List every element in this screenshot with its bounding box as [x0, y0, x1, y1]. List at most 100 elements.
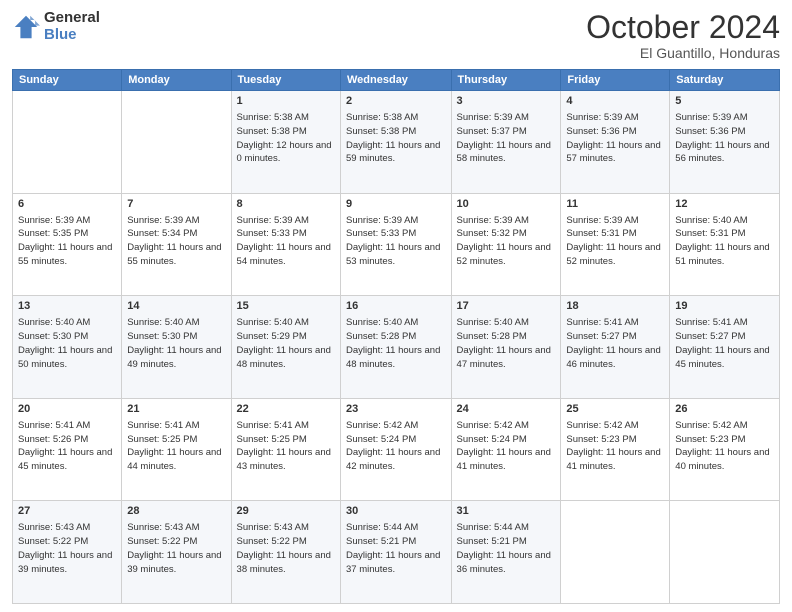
- calendar-cell: 6 Sunrise: 5:39 AM Sunset: 5:35 PM Daylight…: [13, 193, 122, 296]
- cell-sunset: Sunset: 5:25 PM: [237, 434, 307, 445]
- calendar-cell: 16Sunrise: 5:40 AMSunset: 5:28 PMDayligh…: [341, 296, 452, 399]
- calendar-cell: [561, 501, 670, 604]
- cell-sunset: Sunset: 5:36 PM: [566, 126, 636, 137]
- cell-sunrise: Sunrise: 5:39 AM: [18, 215, 90, 226]
- day-number: 24: [457, 402, 556, 417]
- cell-daylight: Daylight: 11 hours and 52 minutes.: [566, 242, 660, 267]
- weekday-thursday: Thursday: [451, 70, 561, 91]
- logo-icon: [12, 13, 40, 41]
- calendar-cell: 29Sunrise: 5:43 AMSunset: 5:22 PMDayligh…: [231, 501, 340, 604]
- cell-daylight: Daylight: 11 hours and 53 minutes.: [346, 242, 440, 267]
- day-number: 4: [566, 94, 664, 109]
- cell-sunset: Sunset: 5:23 PM: [566, 434, 636, 445]
- cell-sunrise: Sunrise: 5:40 AM: [18, 317, 90, 328]
- calendar-cell: 5Sunrise: 5:39 AMSunset: 5:36 PMDaylight…: [670, 91, 780, 194]
- cell-daylight: Daylight: 11 hours and 49 minutes.: [127, 345, 221, 370]
- day-number: 9: [346, 197, 446, 212]
- cell-sunset: Sunset: 5:25 PM: [127, 434, 197, 445]
- calendar-cell: 8Sunrise: 5:39 AMSunset: 5:33 PMDaylight…: [231, 193, 340, 296]
- calendar-cell: 3Sunrise: 5:39 AMSunset: 5:37 PMDaylight…: [451, 91, 561, 194]
- day-number: 25: [566, 402, 664, 417]
- day-number: 16: [346, 299, 446, 314]
- cell-daylight: Daylight: 11 hours and 56 minutes.: [675, 140, 769, 165]
- cell-daylight: Daylight: 11 hours and 44 minutes.: [127, 447, 221, 472]
- cell-sunset: Sunset: 5:26 PM: [18, 434, 88, 445]
- cell-sunset: Sunset: 5:33 PM: [346, 228, 416, 239]
- calendar-cell: 2Sunrise: 5:38 AMSunset: 5:38 PMDaylight…: [341, 91, 452, 194]
- day-number: 26: [675, 402, 774, 417]
- cell-daylight: Daylight: 11 hours and 51 minutes.: [675, 242, 769, 267]
- cell-sunrise: Sunrise: 5:40 AM: [675, 215, 747, 226]
- cell-daylight: Daylight: 11 hours and 55 minutes.: [18, 242, 112, 267]
- cell-daylight: Daylight: 11 hours and 54 minutes.: [237, 242, 331, 267]
- day-number: 12: [675, 197, 774, 212]
- cell-sunrise: Sunrise: 5:42 AM: [346, 420, 418, 431]
- cell-sunrise: Sunrise: 5:41 AM: [675, 317, 747, 328]
- cell-daylight: Daylight: 11 hours and 39 minutes.: [18, 550, 112, 575]
- cell-sunrise: Sunrise: 5:39 AM: [566, 112, 638, 123]
- day-number: 5: [675, 94, 774, 109]
- calendar-cell: 11Sunrise: 5:39 AMSunset: 5:31 PMDayligh…: [561, 193, 670, 296]
- calendar-cell: 4 Sunrise: 5:39 AM Sunset: 5:36 PM Daylight…: [561, 91, 670, 194]
- calendar-cell: 20Sunrise: 5:41 AMSunset: 5:26 PMDayligh…: [13, 398, 122, 501]
- calendar-cell: 30Sunrise: 5:44 AMSunset: 5:21 PMDayligh…: [341, 501, 452, 604]
- cell-sunset: Sunset: 5:30 PM: [18, 331, 88, 342]
- calendar-week-3: 13 Sunrise: 5:40 AM Sunset: 5:30 PM Dayligh…: [13, 296, 780, 399]
- day-number: 23: [346, 402, 446, 417]
- day-number: 28: [127, 504, 225, 519]
- day-number: 13: [18, 299, 116, 314]
- day-number: 6: [18, 197, 116, 212]
- cell-sunrise: Sunrise: 5:40 AM: [457, 317, 529, 328]
- day-number: 11: [566, 197, 664, 212]
- day-number: 27: [18, 504, 116, 519]
- cell-daylight: Daylight: 11 hours and 45 minutes.: [18, 447, 112, 472]
- day-number: 2: [346, 94, 446, 109]
- calendar-cell: 27Sunrise: 5:43 AMSunset: 5:22 PMDayligh…: [13, 501, 122, 604]
- cell-sunset: Sunset: 5:24 PM: [346, 434, 416, 445]
- calendar-cell: [670, 501, 780, 604]
- day-number: 20: [18, 402, 116, 417]
- cell-sunset: Sunset: 5:37 PM: [457, 126, 527, 137]
- cell-sunrise: Sunrise: 5:42 AM: [566, 420, 638, 431]
- calendar-cell: [122, 91, 231, 194]
- calendar-table: Sunday Monday Tuesday Wednesday Thursday…: [12, 69, 780, 604]
- weekday-row: Sunday Monday Tuesday Wednesday Thursday…: [13, 70, 780, 91]
- cell-daylight: Daylight: 11 hours and 57 minutes.: [566, 140, 660, 165]
- cell-daylight: Daylight: 11 hours and 59 minutes.: [346, 140, 440, 165]
- cell-daylight: Daylight: 11 hours and 45 minutes.: [675, 345, 769, 370]
- cell-daylight: Daylight: 11 hours and 36 minutes.: [457, 550, 551, 575]
- calendar-cell: 31Sunrise: 5:44 AMSunset: 5:21 PMDayligh…: [451, 501, 561, 604]
- day-number: 19: [675, 299, 774, 314]
- calendar-cell: 22Sunrise: 5:41 AMSunset: 5:25 PMDayligh…: [231, 398, 340, 501]
- cell-sunrise: Sunrise: 5:40 AM: [237, 317, 309, 328]
- calendar-cell: 21Sunrise: 5:41 AMSunset: 5:25 PMDayligh…: [122, 398, 231, 501]
- cell-sunset: Sunset: 5:27 PM: [675, 331, 745, 342]
- logo: General Blue: [12, 10, 100, 43]
- calendar-cell: 1Sunrise: 5:38 AMSunset: 5:38 PMDaylight…: [231, 91, 340, 194]
- weekday-sunday: Sunday: [13, 70, 122, 91]
- calendar-cell: 23Sunrise: 5:42 AMSunset: 5:24 PMDayligh…: [341, 398, 452, 501]
- cell-sunset: Sunset: 5:38 PM: [237, 126, 307, 137]
- cell-sunset: Sunset: 5:36 PM: [675, 126, 745, 137]
- cell-daylight: Daylight: 11 hours and 50 minutes.: [18, 345, 112, 370]
- cell-sunset: Sunset: 5:27 PM: [566, 331, 636, 342]
- cell-sunset: Sunset: 5:35 PM: [18, 228, 88, 239]
- cell-daylight: Daylight: 11 hours and 48 minutes.: [346, 345, 440, 370]
- logo-text: General Blue: [44, 10, 100, 43]
- cell-sunset: Sunset: 5:31 PM: [675, 228, 745, 239]
- cell-sunrise: Sunrise: 5:41 AM: [566, 317, 638, 328]
- calendar-cell: 10Sunrise: 5:39 AMSunset: 5:32 PMDayligh…: [451, 193, 561, 296]
- month-title: October 2024: [586, 10, 780, 45]
- cell-sunset: Sunset: 5:28 PM: [457, 331, 527, 342]
- cell-sunrise: Sunrise: 5:39 AM: [127, 215, 199, 226]
- day-number: 21: [127, 402, 225, 417]
- cell-sunrise: Sunrise: 5:42 AM: [457, 420, 529, 431]
- cell-sunrise: Sunrise: 5:43 AM: [18, 522, 90, 533]
- day-number: 8: [237, 197, 335, 212]
- cell-sunset: Sunset: 5:38 PM: [346, 126, 416, 137]
- calendar-page: General Blue October 2024 El Guantillo, …: [0, 0, 792, 612]
- cell-daylight: Daylight: 11 hours and 38 minutes.: [237, 550, 331, 575]
- cell-sunset: Sunset: 5:21 PM: [346, 536, 416, 547]
- header: General Blue October 2024 El Guantillo, …: [12, 10, 780, 61]
- cell-daylight: Daylight: 11 hours and 55 minutes.: [127, 242, 221, 267]
